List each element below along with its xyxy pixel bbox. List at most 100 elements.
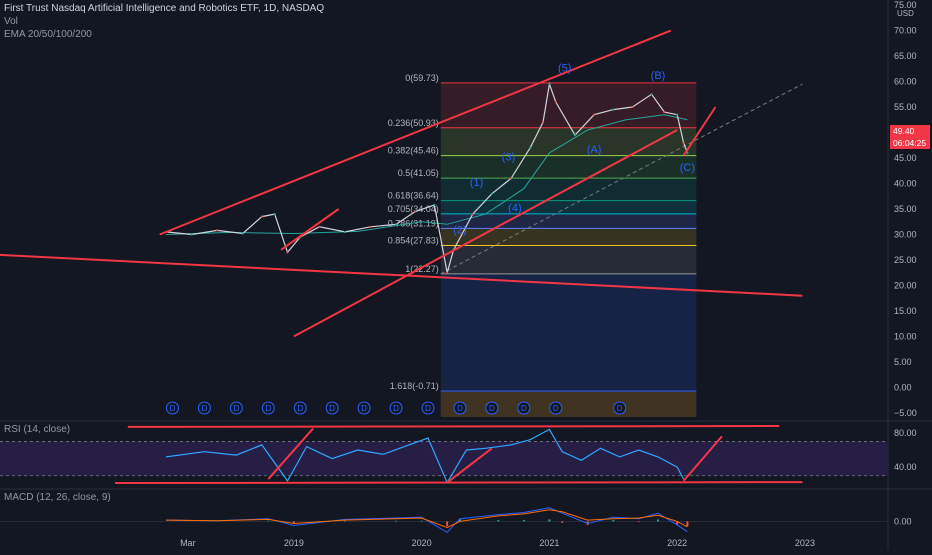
elliott-wave-label: (B): [651, 70, 666, 82]
rsi-axis-tick-label: 40.00: [894, 462, 917, 472]
dividend-marker-icon: D: [489, 404, 495, 413]
price-point: [273, 212, 276, 216]
macd-histogram-bar: [657, 519, 660, 522]
price-point: [682, 141, 685, 144]
fib-level-label: 0.5(41.05): [398, 168, 439, 178]
dividend-marker-icon: D: [617, 404, 623, 413]
price-point: [676, 113, 679, 116]
price-point: [446, 271, 449, 274]
fib-zone: [440, 391, 697, 417]
rsi-trendline: [114, 481, 803, 484]
macd-histogram-bar: [267, 520, 270, 522]
time-axis-tick-label: 2022: [667, 538, 687, 548]
bar-countdown: 06:04:25: [893, 138, 927, 148]
time-axis-tick-label: 2023: [795, 538, 815, 548]
last-price-marker: 49.40 06:04:25: [890, 125, 930, 149]
price-axis-tick-label: 60.00: [894, 77, 917, 87]
macd-histogram-bar: [343, 520, 346, 522]
price-point: [318, 225, 321, 228]
price-axis-tick-label: −5.00: [894, 408, 917, 418]
macd-histogram-bar: [522, 520, 525, 522]
fib-zone: [440, 245, 697, 274]
vol-label: Vol: [4, 16, 18, 27]
time-axis-tick-label: 2019: [284, 538, 304, 548]
elliott-wave-label: (A): [587, 144, 602, 156]
time-axis-tick-label: 2021: [539, 538, 559, 548]
price-point: [573, 133, 577, 137]
macd-histogram-bar: [446, 521, 449, 527]
macd-histogram-bar: [686, 521, 689, 527]
elliott-wave-label: (1): [470, 177, 483, 189]
dividend-marker-icon: D: [297, 404, 303, 413]
price-point: [541, 121, 545, 124]
macd-axis-tick-label: 0.00: [894, 516, 912, 526]
macd-pane-label: MACD (12, 26, close, 9): [4, 492, 111, 503]
price-axis-tick-label: 0.00: [894, 382, 912, 392]
price-point: [216, 229, 219, 232]
dividend-marker-icon: D: [361, 404, 367, 413]
dividend-marker-icon: D: [425, 404, 431, 413]
chart-title: First Trust Nasdaq Artificial Intelligen…: [4, 3, 325, 14]
price-axis-tick-label: 25.00: [894, 255, 917, 265]
macd-signal-line: [166, 509, 688, 529]
price-axis-tick-label: 45.00: [894, 153, 917, 163]
macd-histogram-bar: [612, 520, 615, 522]
price-point: [554, 100, 557, 104]
price-point: [631, 105, 634, 109]
macd-histogram-bar: [420, 520, 423, 522]
fib-level-label: 0.618(36.64): [388, 191, 439, 201]
price-point: [190, 233, 193, 236]
price-point: [663, 111, 666, 114]
elliott-wave-label: (2): [453, 224, 466, 236]
price-point: [241, 232, 244, 235]
chart-canvas[interactable]: 0(59.73) 0.236(50.93) 0.382(45.46) 0.5(41.0…: [0, 0, 932, 550]
price-point: [343, 230, 347, 234]
time-axis-tick-label: Mar: [180, 538, 196, 548]
fib-zone: [440, 82, 697, 128]
price-point: [260, 215, 264, 218]
price-point: [394, 223, 398, 226]
price-axis-tick-label: 35.00: [894, 204, 917, 214]
price-point: [490, 192, 494, 195]
price-axis-tick-label: 55.00: [894, 102, 917, 112]
price-axis-tick-label: 65.00: [894, 51, 917, 61]
price-axis-tick-label: 70.00: [894, 26, 917, 36]
price-point: [369, 225, 372, 228]
dividend-marker-icon: D: [553, 404, 559, 413]
price-axis-tick-label: 40.00: [894, 179, 917, 189]
macd-histogram-bar: [561, 521, 564, 523]
currency-label: USD: [897, 9, 914, 18]
chart-svg[interactable]: 0(59.73)0.236(50.93)0.382(45.46)0.5(41.0…: [0, 0, 932, 550]
dividend-marker-icon: D: [457, 404, 463, 413]
price-point: [650, 93, 653, 96]
price-axis-tick-label: 30.00: [894, 229, 917, 239]
elliott-wave-label: (4): [508, 203, 521, 215]
dividend-marker-icon: D: [329, 404, 335, 413]
rsi-axis-tick-label: 80.00: [894, 428, 917, 438]
price-axis-tick-label: 15.00: [894, 306, 917, 316]
price-point: [548, 83, 551, 86]
dividend-marker-icon: D: [265, 404, 271, 413]
elliott-wave-label: (5): [558, 62, 571, 74]
price-point: [286, 251, 289, 254]
ema-label: EMA 20/50/100/200: [4, 29, 92, 40]
dividend-marker-icon: D: [521, 404, 527, 413]
price-point: [612, 108, 615, 111]
price-point: [471, 212, 474, 216]
macd-histogram-bar: [637, 521, 640, 523]
price-axis-tick-label: 20.00: [894, 280, 917, 290]
fib-level-label: 1.618(-0.71): [390, 381, 439, 391]
rsi-band: [0, 441, 888, 476]
time-axis-tick-label: 2020: [412, 538, 432, 548]
elliott-wave-label: (3): [502, 152, 515, 164]
macd-histogram-bar: [497, 520, 500, 522]
price-point: [509, 177, 513, 180]
fib-level-label: 1(22.27): [405, 264, 439, 274]
fib-level-label: 0(59.73): [405, 73, 439, 83]
fib-zone: [440, 155, 697, 179]
price-point: [414, 210, 417, 213]
price-point: [433, 203, 436, 207]
fib-level-label: 0.382(45.46): [388, 146, 439, 156]
price-point: [529, 146, 532, 149]
fib-zone: [440, 273, 697, 392]
